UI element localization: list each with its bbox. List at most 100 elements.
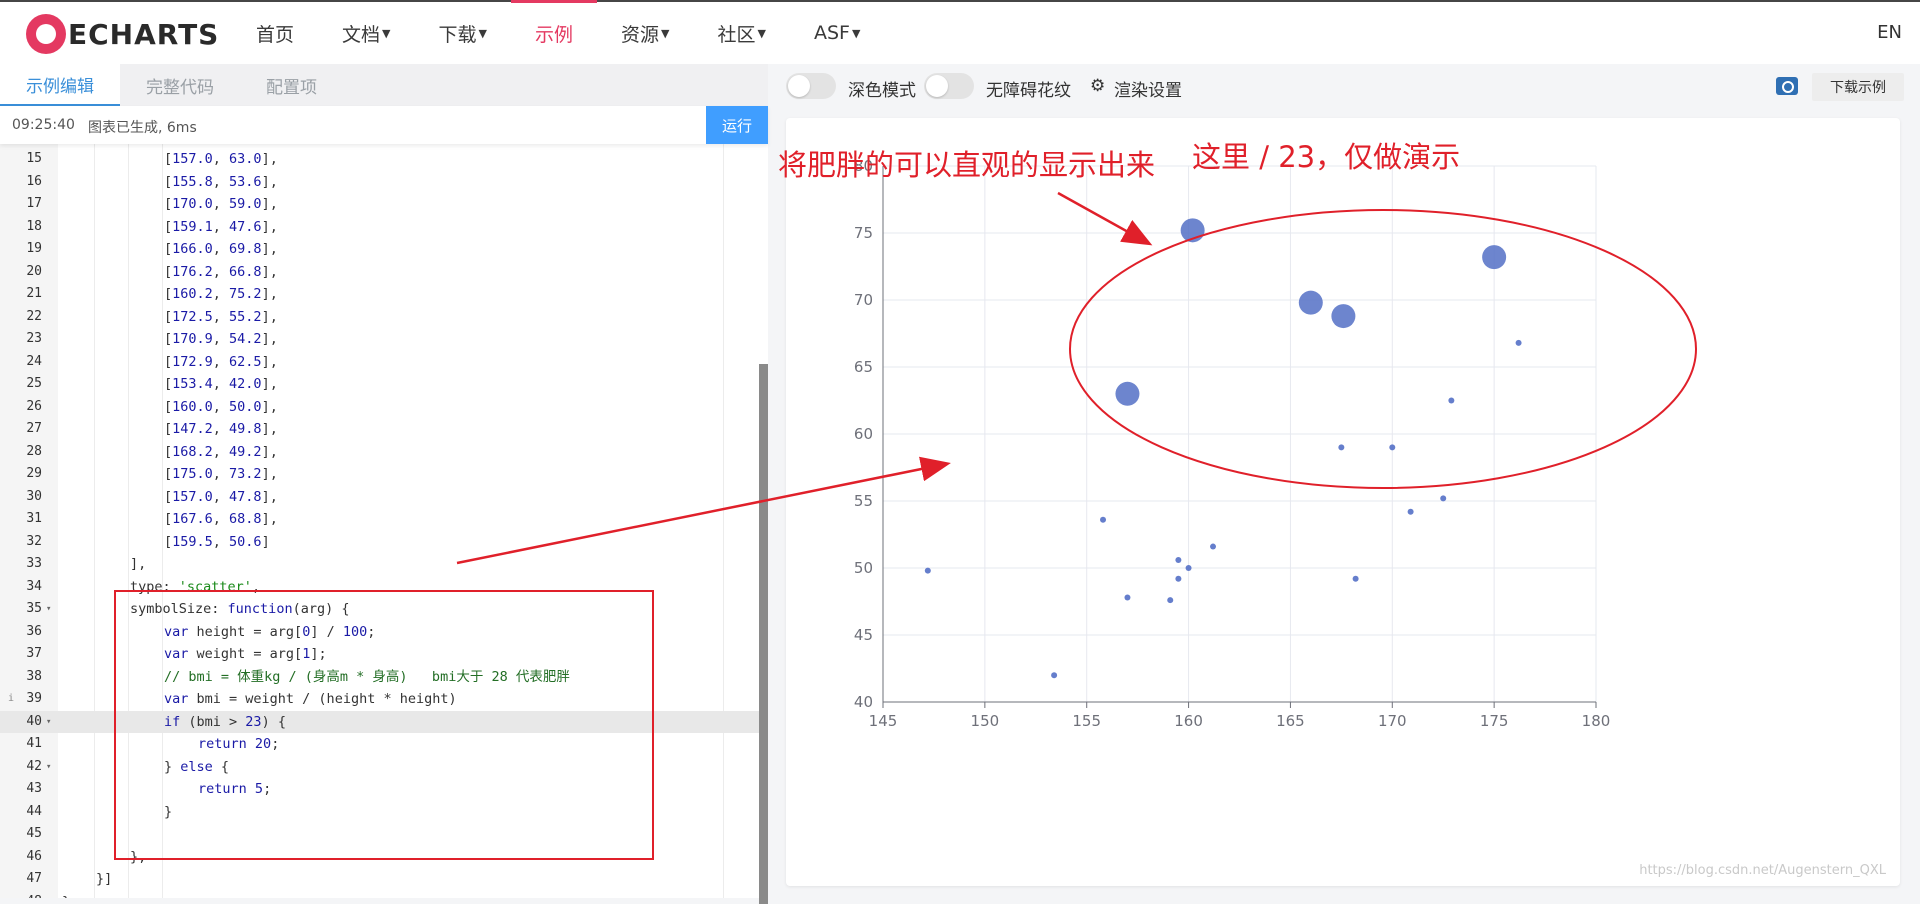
dark-mode-toggle[interactable] xyxy=(786,73,836,99)
x-tick-label: 150 xyxy=(971,712,1000,730)
code-line[interactable]: 26 [160.0, 50.0], xyxy=(0,396,760,419)
line-number: 41 xyxy=(26,736,42,751)
x-tick-label: 145 xyxy=(869,712,898,730)
code-line[interactable]: 20 [176.2, 66.8], xyxy=(0,261,760,284)
code-line[interactable]: 47}] xyxy=(0,868,760,891)
code-line[interactable]: 27 [147.2, 49.8], xyxy=(0,418,760,441)
line-number: 33 xyxy=(26,556,42,571)
scatter-point xyxy=(1331,304,1356,329)
editor-scrollbar[interactable] xyxy=(759,364,768,904)
x-tick-label: 175 xyxy=(1480,712,1509,730)
y-tick-label: 45 xyxy=(854,626,873,644)
fold-toggle-icon[interactable]: ▾ xyxy=(46,711,51,734)
editor-tab-0[interactable]: 示例编辑 xyxy=(0,64,120,106)
caret-down-icon: ▼ xyxy=(851,26,861,40)
y-tick-label: 75 xyxy=(854,224,873,242)
line-number: 31 xyxy=(26,511,42,526)
x-tick-label: 170 xyxy=(1378,712,1407,730)
code-line[interactable]: 28 [168.2, 49.2], xyxy=(0,441,760,464)
code-line[interactable]: 34 type: 'scatter', xyxy=(0,576,760,599)
code-line[interactable]: 30 [157.0, 47.8], xyxy=(0,486,760,509)
camera-icon[interactable] xyxy=(1776,77,1798,95)
fold-toggle-icon[interactable]: ▾ xyxy=(46,598,51,621)
editor-tabs: 示例编辑 完整代码 配置项 xyxy=(0,64,768,106)
language-switch[interactable]: EN xyxy=(1877,22,1902,43)
code-line[interactable]: 37 var weight = arg[1]; xyxy=(0,643,760,666)
line-number: 28 xyxy=(26,443,42,459)
editor-tab-1[interactable]: 完整代码 xyxy=(120,64,240,106)
nav-item-label: 示例 xyxy=(534,23,573,46)
code-text: [147.2, 49.8], xyxy=(164,421,278,437)
nav-item-label: 资源 xyxy=(621,23,660,46)
code-text: var height = arg[0] / 100; xyxy=(164,623,376,640)
fold-toggle-icon[interactable]: ▾ xyxy=(46,756,51,779)
y-tick-label: 65 xyxy=(854,358,873,376)
y-tick-label: 55 xyxy=(854,492,873,510)
line-number: 20 xyxy=(26,263,42,279)
code-line[interactable]: 23 [170.9, 54.2], xyxy=(0,328,760,351)
code-line[interactable]: 15 [157.0, 63.0], xyxy=(0,148,760,171)
code-text: } xyxy=(164,803,173,820)
code-line[interactable]: 39 i var bmi = weight / (height * height) xyxy=(0,688,760,711)
code-editor[interactable]: 15 [157.0, 63.0], 16 [155.8, 53.6], 17 [170.0… xyxy=(0,144,768,898)
code-text: type: 'scatter', xyxy=(130,578,261,595)
scatter-point xyxy=(1352,575,1359,582)
scatter-point xyxy=(1167,597,1174,604)
annotation-right-text: 这里 / 23，仅做演示 xyxy=(1192,140,1461,174)
code-text: return 5; xyxy=(198,781,272,797)
info-marker-icon[interactable]: i xyxy=(8,688,14,711)
code-line[interactable]: 45 xyxy=(0,823,760,846)
logo-text: ECHARTS xyxy=(68,17,220,51)
code-line[interactable]: 42 ▾} else { xyxy=(0,756,760,779)
code-line[interactable]: 17 [170.0, 59.0], xyxy=(0,193,760,216)
code-line[interactable]: 44} xyxy=(0,801,760,824)
line-number: 43 xyxy=(26,781,42,796)
code-line[interactable]: 21 [160.2, 75.2], xyxy=(0,283,760,306)
nav-item-2[interactable]: 下载 ▼ xyxy=(415,2,511,64)
scatter-point xyxy=(1051,672,1058,679)
x-tick-label: 155 xyxy=(1072,712,1101,730)
nav-item-3[interactable]: 示例 xyxy=(510,0,598,64)
code-text: }, xyxy=(130,848,147,865)
chart-toolbar: 深色模式 无障碍花纹 ⚙ 渲染设置 下载示例 xyxy=(768,64,1920,110)
editor-tab-2[interactable]: 配置项 xyxy=(240,64,343,106)
code-line[interactable]: 35 ▾ symbolSize: function(arg) { xyxy=(0,598,760,621)
nav-item-5[interactable]: 社区 ▼ xyxy=(693,2,789,64)
nav-item-1[interactable]: 文档 ▼ xyxy=(318,2,414,64)
scatter-point xyxy=(1115,381,1140,406)
code-line[interactable]: 32 [159.5, 50.6] xyxy=(0,531,760,554)
nav-item-6[interactable]: ASF ▼ xyxy=(790,2,884,64)
scatter-point xyxy=(1298,290,1323,315)
code-line[interactable]: 29 [175.0, 73.2], xyxy=(0,463,760,486)
echarts-logo[interactable]: ECHARTS xyxy=(26,12,219,56)
nav-item-4[interactable]: 资源 ▼ xyxy=(597,2,693,64)
download-example-button[interactable]: 下载示例 xyxy=(1812,73,1904,101)
code-line[interactable]: 18 [159.1, 47.6], xyxy=(0,216,760,239)
aria-pattern-toggle[interactable] xyxy=(924,73,974,99)
scatter-point xyxy=(1175,575,1182,582)
line-number: 42 xyxy=(26,758,42,774)
code-line[interactable]: 33], xyxy=(0,553,760,576)
line-number: 40 xyxy=(26,713,42,729)
code-line[interactable]: 22 [172.5, 55.2], xyxy=(0,306,760,329)
code-line[interactable]: 31 [167.6, 68.8], xyxy=(0,508,760,531)
gear-icon[interactable]: ⚙ xyxy=(1090,76,1105,96)
code-text: [167.6, 68.8], xyxy=(164,511,278,527)
code-line[interactable]: 24 [172.9, 62.5], xyxy=(0,351,760,374)
code-line[interactable]: 48}; xyxy=(0,891,760,899)
line-number: 38 xyxy=(26,668,42,684)
scatter-point xyxy=(1389,444,1396,451)
code-line[interactable]: 16 [155.8, 53.6], xyxy=(0,171,760,194)
render-settings-link[interactable]: 渲染设置 xyxy=(1114,76,1182,101)
code-line[interactable]: 38 // bmi = 体重kg / (身高m * 身高) bmi大于 28 代表… xyxy=(0,666,760,689)
nav-item-0[interactable]: 首页 xyxy=(232,2,318,64)
code-line[interactable]: 43 return 5; xyxy=(0,778,760,801)
code-line[interactable]: 46}, xyxy=(0,846,760,869)
run-button[interactable]: 运行 xyxy=(706,106,768,144)
code-line[interactable]: 19 [166.0, 69.8], xyxy=(0,238,760,261)
code-line[interactable]: 41 return 20; xyxy=(0,733,760,756)
caret-down-icon: ▼ xyxy=(661,26,670,40)
code-line[interactable]: 36 var height = arg[0] / 100; xyxy=(0,621,760,644)
code-line[interactable]: 25 [153.4, 42.0], xyxy=(0,373,760,396)
code-line[interactable]: 40 ▾ if (bmi > 23) { xyxy=(0,710,760,734)
